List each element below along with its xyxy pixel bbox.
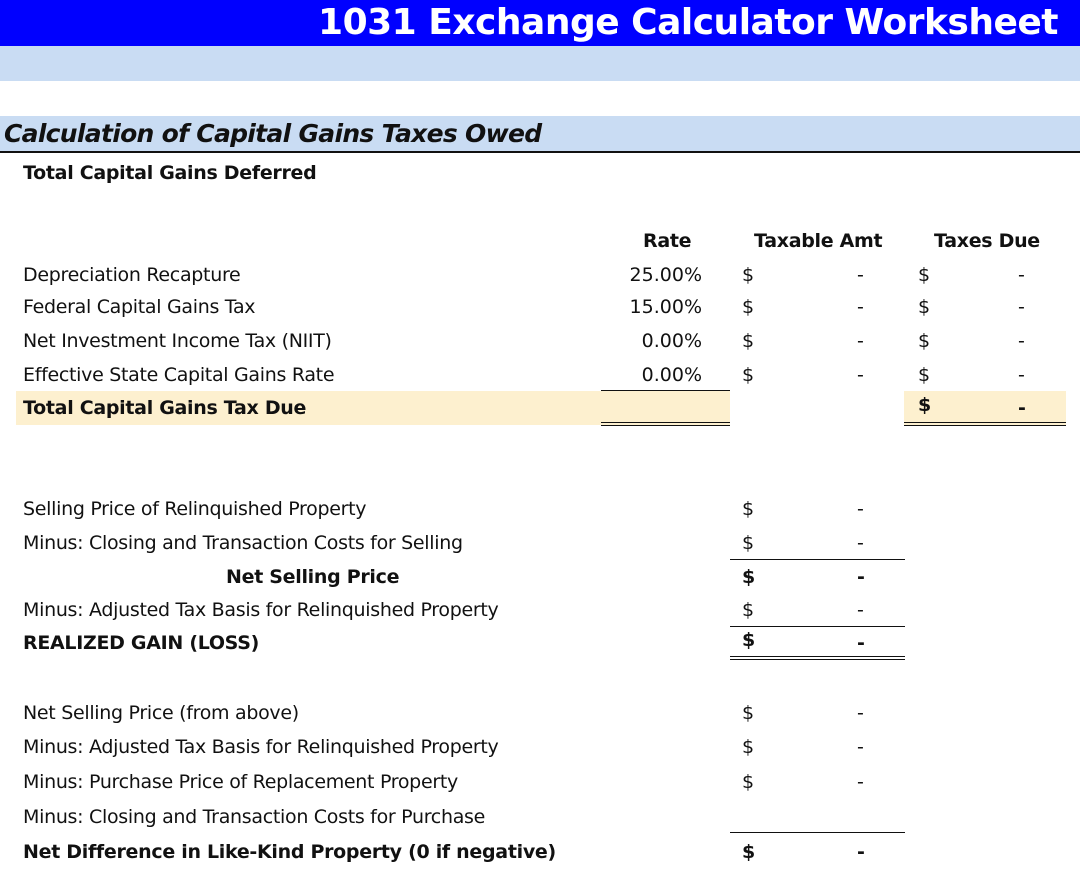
column-header-taxable-amt: Taxable Amt [754, 230, 883, 252]
total-capital-gains-deferred-label: Total Capital Gains Deferred [23, 162, 317, 184]
likekind-amount[interactable]: - [857, 702, 864, 724]
total-rate-double-rule [601, 422, 730, 426]
taxable-amount[interactable]: - [857, 330, 864, 352]
likekind-amount[interactable]: - [857, 841, 865, 863]
taxable-dollar-sign: $ [742, 264, 755, 286]
likekind-dollar-sign: $ [742, 702, 755, 724]
column-header-rate: Rate [643, 230, 692, 252]
gain-amount[interactable]: - [857, 599, 864, 621]
total-taxes-dollar-sign: $ [918, 394, 932, 416]
taxes-due-dollar-sign: $ [918, 330, 931, 352]
section-title: Calculation of Capital Gains Taxes Owed [4, 119, 542, 148]
realized-gain-double-rule [730, 656, 905, 660]
taxes-due-dollar-sign: $ [918, 296, 931, 318]
gain-row-label: Minus: Adjusted Tax Basis for Relinquish… [23, 599, 499, 621]
taxes-due-amount[interactable]: - [1018, 264, 1025, 286]
tax-row-rate[interactable]: 0.00% [600, 364, 702, 386]
gain-row-label: Minus: Closing and Transaction Costs for… [23, 532, 463, 554]
taxes-due-dollar-sign: $ [918, 264, 931, 286]
gain-amount[interactable]: - [857, 498, 864, 520]
title-sub-band [0, 46, 1080, 81]
net-selling-price-label: Net Selling Price [226, 566, 400, 588]
gain-dollar-sign: $ [742, 599, 755, 621]
likekind-row-label: Minus: Adjusted Tax Basis for Relinquish… [23, 736, 499, 758]
taxes-due-dollar-sign: $ [918, 364, 931, 386]
gain-row-label: Selling Price of Relinquished Property [23, 498, 367, 520]
taxes-due-amount[interactable]: - [1018, 330, 1025, 352]
taxable-dollar-sign: $ [742, 364, 755, 386]
tax-row-rate[interactable]: 0.00% [600, 330, 702, 352]
taxable-dollar-sign: $ [742, 296, 755, 318]
taxes-due-amount[interactable]: - [1018, 364, 1025, 386]
tax-row-rate[interactable]: 15.00% [600, 296, 702, 318]
total-taxes-double-rule [904, 422, 1066, 426]
taxes-due-amount[interactable]: - [1018, 296, 1025, 318]
taxable-amount[interactable]: - [857, 296, 864, 318]
column-header-taxes-due: Taxes Due [934, 230, 1040, 252]
taxable-amount[interactable]: - [857, 264, 864, 286]
realized-gain-rule [730, 626, 905, 627]
rate-column-rule [601, 390, 730, 391]
realized-gain-label: REALIZED GAIN (LOSS) [23, 632, 259, 654]
gain-amount[interactable]: - [857, 532, 864, 554]
net-difference-label: Net Difference in Like-Kind Property (0 … [23, 841, 556, 863]
likekind-amount[interactable]: - [857, 771, 864, 793]
tax-row-label: Net Investment Income Tax (NIIT) [23, 330, 332, 352]
gain-dollar-sign: $ [742, 498, 755, 520]
worksheet-title-bar: 1031 Exchange Calculator Worksheet [0, 0, 1080, 46]
taxable-amount[interactable]: - [857, 364, 864, 386]
taxable-dollar-sign: $ [742, 330, 755, 352]
likekind-row-label: Net Selling Price (from above) [23, 702, 299, 724]
likekind-dollar-sign: $ [742, 841, 756, 863]
net-selling-rule [730, 559, 905, 560]
tax-row-rate[interactable]: 25.00% [600, 264, 702, 286]
tax-row-label: Depreciation Recapture [23, 264, 241, 286]
tax-row-label: Effective State Capital Gains Rate [23, 364, 335, 386]
gain-amount[interactable]: - [857, 632, 865, 654]
likekind-dollar-sign: $ [742, 771, 755, 793]
worksheet-title: 1031 Exchange Calculator Worksheet [318, 2, 1058, 43]
tax-row-label: Federal Capital Gains Tax [23, 296, 256, 318]
section-header: Calculation of Capital Gains Taxes Owed [0, 116, 1080, 153]
likekind-dollar-sign: $ [742, 736, 755, 758]
gain-dollar-sign: $ [742, 532, 755, 554]
likekind-row-label: Minus: Purchase Price of Replacement Pro… [23, 771, 458, 793]
gain-dollar-sign: $ [742, 566, 756, 588]
net-difference-rule [730, 832, 905, 833]
total-taxes-amount[interactable]: - [1018, 397, 1026, 419]
total-tax-due-label: Total Capital Gains Tax Due [23, 397, 307, 419]
likekind-amount[interactable]: - [857, 736, 864, 758]
likekind-row-label: Minus: Closing and Transaction Costs for… [23, 806, 486, 828]
gain-amount[interactable]: - [857, 566, 865, 588]
gain-dollar-sign: $ [742, 629, 756, 651]
